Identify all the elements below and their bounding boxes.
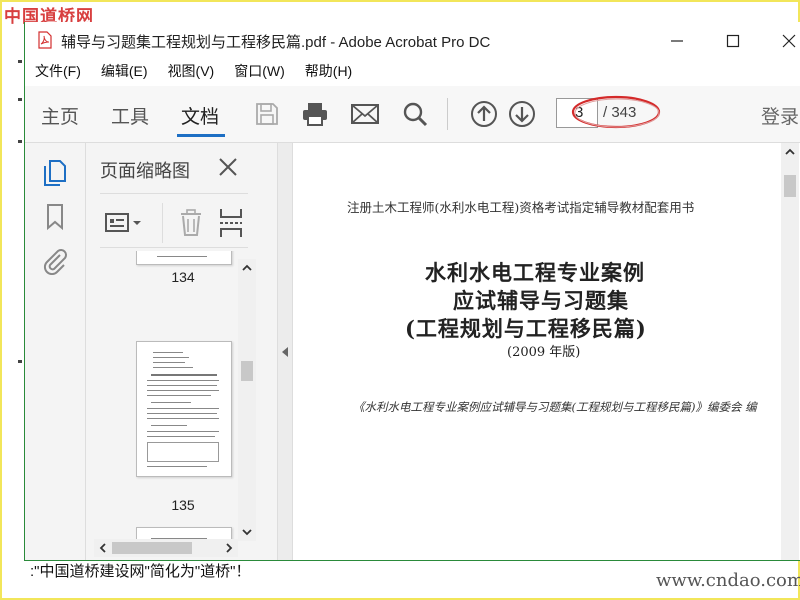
insert-page-icon[interactable] <box>218 207 246 239</box>
navigation-pane <box>25 143 86 560</box>
menu-help[interactable]: 帮助(H) <box>295 60 362 82</box>
tab-tools[interactable]: 工具 <box>111 102 149 129</box>
minimize-button[interactable] <box>655 28 699 54</box>
panel-toolbar <box>100 203 248 243</box>
tab-home[interactable]: 主页 <box>41 102 79 129</box>
doc-title-line-3: (工程规划与工程移民篇) <box>405 316 647 341</box>
save-icon[interactable] <box>251 98 283 130</box>
page-down-icon[interactable] <box>506 98 538 130</box>
thumbnail-panel: 页面缩略图 134 135 <box>86 143 278 560</box>
close-window-button[interactable] <box>767 28 800 54</box>
thumbnail-page-134[interactable] <box>136 251 232 265</box>
pdf-file-icon <box>37 31 53 49</box>
panel-title: 页面缩略图 <box>100 161 190 181</box>
thumbnail-list: 134 135 <box>86 251 238 541</box>
thumbnail-vertical-scrollbar[interactable] <box>238 259 256 541</box>
thumbnail-hscroll-thumb[interactable] <box>112 542 192 554</box>
attachments-icon[interactable] <box>41 247 69 275</box>
title-bar: 辅导与习题集工程规划与工程移民篇.pdf - Adobe Acrobat Pro… <box>25 22 800 58</box>
thumbnail-page-135[interactable] <box>136 341 232 477</box>
collapse-panel-handle[interactable] <box>278 143 293 560</box>
doc-edition: (2009 年版) <box>507 345 581 360</box>
document-vertical-scrollbar[interactable] <box>781 143 799 560</box>
thumbnail-scroll-thumb[interactable] <box>241 361 253 381</box>
bottom-caption: :"中国道桥建设网"简化为"道桥"！ <box>30 563 251 580</box>
close-panel-icon[interactable] <box>214 153 242 181</box>
email-icon[interactable] <box>349 98 381 130</box>
doc-series-line: 注册土木工程师(水利水电工程)资格考试指定辅导教材配套用书 <box>347 200 695 215</box>
site-watermark: www.cndao.com <box>656 570 800 591</box>
thumbnail-horizontal-scrollbar[interactable] <box>94 539 238 557</box>
acrobat-window: 辅导与习题集工程规划与工程移民篇.pdf - Adobe Acrobat Pro… <box>24 22 800 561</box>
delete-page-icon[interactable] <box>178 209 206 237</box>
page-thumbnails-icon[interactable] <box>41 159 69 187</box>
panel-divider-2 <box>100 247 248 248</box>
tab-document[interactable]: 文档 <box>181 102 219 129</box>
menu-bar: 文件(F) 编辑(E) 视图(V) 窗口(W) 帮助(H) <box>25 60 362 82</box>
page-up-icon[interactable] <box>468 98 500 130</box>
toolbar: 主页 工具 文档 3 / 343 登录 <box>25 86 800 143</box>
print-icon[interactable] <box>299 98 331 130</box>
thumbnail-label-135: 135 <box>171 497 195 513</box>
panel-toolbar-separator <box>162 203 163 243</box>
doc-title-line-2: 应试辅导与习题集 <box>453 288 629 313</box>
menu-window[interactable]: 窗口(W) <box>224 60 295 82</box>
document-scroll-thumb[interactable] <box>784 175 796 197</box>
doc-title-line-1: 水利水电工程专业案例 <box>425 260 645 285</box>
toolbar-separator <box>447 98 448 130</box>
thumbnail-options-icon[interactable] <box>104 209 144 237</box>
bookmarks-icon[interactable] <box>41 203 69 231</box>
search-icon[interactable] <box>399 98 431 130</box>
doc-committee: 《水利水电工程专业案例应试辅导与习题集(工程规划与工程移民篇)》编委会 编 <box>353 400 757 414</box>
login-button[interactable]: 登录 <box>761 102 799 129</box>
collapse-arrow-icon <box>282 347 288 357</box>
document-view: 注册土木工程师(水利水电工程)资格考试指定辅导教材配套用书 水利水电工程专业案例… <box>293 143 800 560</box>
maximize-button[interactable] <box>711 28 755 54</box>
menu-file[interactable]: 文件(F) <box>25 60 91 82</box>
highlight-annotation-oval <box>570 92 662 132</box>
thumbnail-table <box>147 442 219 462</box>
window-title: 辅导与习题集工程规划与工程移民篇.pdf - Adobe Acrobat Pro… <box>61 34 491 51</box>
menu-edit[interactable]: 编辑(E) <box>91 60 158 82</box>
menu-view[interactable]: 视图(V) <box>158 60 225 82</box>
thumbnail-label-134: 134 <box>171 269 195 285</box>
active-tab-indicator <box>177 134 225 137</box>
panel-divider <box>100 193 248 194</box>
